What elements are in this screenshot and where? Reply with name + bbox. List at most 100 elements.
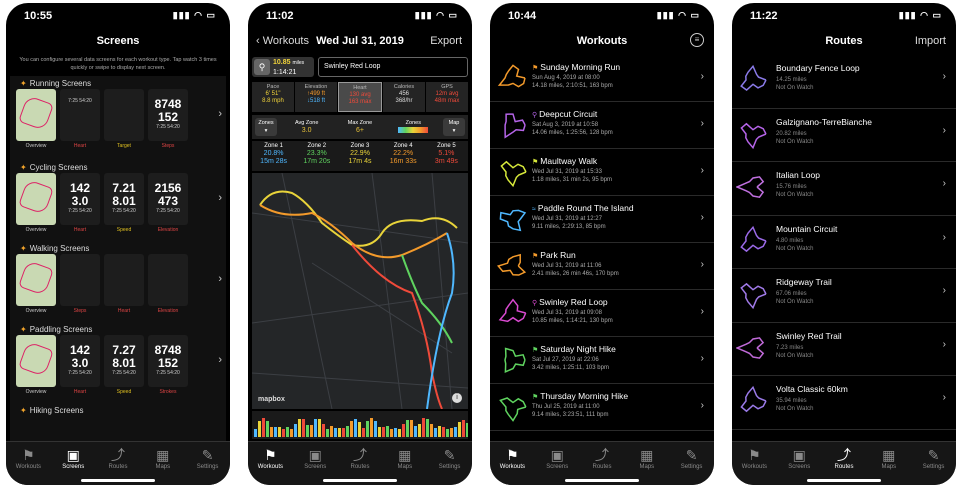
route-name-field[interactable]: Swinley Red Loop <box>318 57 468 77</box>
workout-date: Wed Jul 31, 2019 at 12:27 <box>532 216 602 222</box>
screens-section[interactable]: ✦ Paddling Screens 142 3.0 7:25 54:20 7.27 8.0… <box>10 322 226 406</box>
tab-settings[interactable]: ✎ Settings <box>911 442 956 485</box>
preview-time: 7:25 54:20 <box>112 370 136 376</box>
watch-screen-preview[interactable] <box>104 254 144 306</box>
route-subtitle: 35.94 miles Not On Watch <box>776 397 813 413</box>
screens-section[interactable]: ✦ Running Screens 7:25 54:20 8748 152 7:25 54… <box>10 76 226 160</box>
heart-rate-bar <box>298 419 301 437</box>
info-icon[interactable]: i <box>452 393 462 403</box>
watch-screen-preview[interactable] <box>16 89 56 141</box>
route-row[interactable]: Ridgeway Trail 67.06 miles Not On Watch › <box>732 269 956 323</box>
watch-screen-preview[interactable]: 142 3.0 7:25 54:20 <box>60 173 100 225</box>
preview-value: 8.01 <box>112 194 136 208</box>
stat-elevation[interactable]: Elevation ↑499 ft ↓518 ft <box>295 82 337 112</box>
route-row[interactable]: Italian Loop 15.76 miles Not On Watch › <box>732 162 956 216</box>
stat-pace[interactable]: Pace 6' 51" 8.8 mph <box>252 82 294 112</box>
filter-icon[interactable]: ≡ <box>690 33 704 47</box>
map-button[interactable]: Map ▾ <box>442 118 465 136</box>
tab-settings[interactable]: ✎ Settings <box>427 442 472 485</box>
import-button[interactable]: Import <box>915 35 946 47</box>
workout-row[interactable]: ⚑ Saturday Night Hike Sat Jul 27, 2019 at … <box>490 337 714 384</box>
route-watch-status: Not On Watch <box>776 192 814 198</box>
workout-row[interactable]: ⚑ Thursday Morning Hike Thu Jul 25, 2019 a… <box>490 384 714 431</box>
watch-screen-preview[interactable]: 8748 152 7:25 54:20 <box>148 89 188 141</box>
signal-wifi-battery-icon: ▮▮▮ ◠ ▭ <box>656 10 700 20</box>
heart-rate-bar <box>326 429 329 437</box>
workout-row[interactable]: ⚑ Park Run Wed Jul 31, 2019 at 11:06 2.41 m… <box>490 243 714 290</box>
watch-screen-preview[interactable]: 2156 473 7:25 54:20 <box>148 173 188 225</box>
screens-section[interactable]: ✦ Walking Screens Overview Steps Heart Elevat… <box>10 241 226 325</box>
workout-date: Sat Jul 27, 2019 at 22:06 <box>532 357 599 363</box>
zone-percent: 20.8% <box>263 150 284 157</box>
section-title: ✦ Cycling Screens <box>20 163 88 172</box>
watch-screen-preview[interactable]: 7:25 54:20 <box>60 89 100 141</box>
workouts-list: ⚑ Sunday Morning Run Sun Aug 4, 2019 at 08… <box>490 55 714 441</box>
route-title: Italian Loop <box>776 170 820 180</box>
zone-column: Zone 5 5.1% 3m 49s <box>425 141 468 171</box>
workout-row[interactable]: ⚲ Deepcut Circuit Sat Aug 3, 2019 at 10:58… <box>490 102 714 149</box>
workout-row[interactable]: ⚑ Maultway Walk Wed Jul 31, 2019 at 15:33 1… <box>490 149 714 196</box>
workout-subtitle: Thu Jul 25, 2019 at 11:00 9.14 miles, 3:2… <box>532 403 609 419</box>
zone-color-bars-icon <box>398 126 429 133</box>
tab-workouts[interactable]: ⚑ Workouts <box>248 442 293 485</box>
watch-screen-preview[interactable]: 7.27 8.01 7:25 54:20 <box>104 335 144 387</box>
workout-subtitle: Wed Jul 31, 2019 at 12:27 9.11 miles, 2:2… <box>532 215 606 231</box>
workout-route-thumbnail <box>499 397 527 422</box>
workout-row[interactable]: ≈ Paddle Round The Island Wed Jul 31, 2019… <box>490 196 714 243</box>
route-thumbnail-path <box>736 176 765 199</box>
screen-labels: Overview Steps Heart Elevation <box>16 308 188 314</box>
workout-row[interactable]: ⚲ Swinley Red Loop Wed Jul 31, 2019 at 09:… <box>490 290 714 337</box>
map-road <box>431 173 453 409</box>
stat-gps[interactable]: GPS 12m avg 48m max <box>426 82 468 112</box>
heart-rate-bar <box>442 427 445 437</box>
heart-rate-bar <box>370 418 373 437</box>
route-watch-status: Not On Watch <box>776 352 814 359</box>
workout-title-text: Swinley Red Loop <box>539 297 608 307</box>
watch-screen-preview[interactable] <box>16 173 56 225</box>
watch-screen-preview[interactable] <box>16 254 56 306</box>
export-button[interactable]: Export <box>430 35 462 47</box>
screen-label: Overview <box>25 389 47 395</box>
stat-label: Calories <box>393 84 415 90</box>
stat-heart[interactable]: Heart 130 avg 163 max <box>338 82 382 112</box>
heart-rate-bar <box>458 422 461 437</box>
tab-label: Settings <box>196 464 219 470</box>
heart-rate-bar <box>310 425 313 437</box>
stat-calories[interactable]: Calories 456 368/hr <box>383 82 425 112</box>
watch-screen-preview[interactable] <box>16 335 56 387</box>
chevron-right-icon: › <box>218 273 222 285</box>
route-distance: 14.25 miles <box>776 77 807 83</box>
watch-screen-preview[interactable]: 7.21 8.01 7:25 54:20 <box>104 173 144 225</box>
heart-rate-bar <box>362 428 365 437</box>
home-indicator <box>81 479 155 482</box>
tab-workouts[interactable]: ⚑ Workouts <box>6 442 51 485</box>
page-title: Workouts <box>576 35 628 47</box>
zones-button[interactable]: Zones ▾ <box>255 118 277 136</box>
route-row[interactable]: Volta Classic 60km 35.94 miles Not On Watc… <box>732 376 956 430</box>
tab-workouts[interactable]: ⚑ Workouts <box>490 442 535 485</box>
tab-label: Maps <box>881 464 897 470</box>
watch-screen-preview[interactable]: 142 3.0 7:25 54:20 <box>60 335 100 387</box>
screens-section[interactable]: ✦ Cycling Screens 142 3.0 7:25 54:20 7.21 8.01… <box>10 160 226 244</box>
chevron-right-icon: › <box>942 285 946 296</box>
routes-icon: ⤴ <box>110 447 125 463</box>
route-row[interactable]: Galzignano-TerreBianche 20.82 miles Not On… <box>732 109 956 162</box>
workout-map[interactable]: mapbox i <box>252 173 468 409</box>
workout-title-text: Sunday Morning Run <box>540 62 621 72</box>
workout-subtitle: Sat Aug 3, 2019 at 10:58 14.06 miles, 1:2… <box>532 121 613 137</box>
watch-screen-preview[interactable] <box>104 89 144 141</box>
heart-rate-bar <box>418 424 421 437</box>
zones-button-label: Zones <box>258 120 274 126</box>
watch-screen-preview[interactable]: 8748 152 7:25 54:20 <box>148 335 188 387</box>
route-row[interactable]: Swinley Red Trail 7.23 miles Not On Watch › <box>732 323 956 376</box>
tab-settings[interactable]: ✎ Settings <box>185 442 230 485</box>
tab-workouts[interactable]: ⚑ Workouts <box>732 442 777 485</box>
activity-icon: ✦ <box>20 244 27 253</box>
route-row[interactable]: Mountain Circuit 4.80 miles Not On Watch › <box>732 216 956 269</box>
workout-row[interactable]: ⚑ Sunday Morning Run Sun Aug 4, 2019 at 08… <box>490 55 714 102</box>
watch-screen-preview[interactable] <box>148 254 188 306</box>
route-row[interactable]: Boundary Fence Loop 14.25 miles Not On Wat… <box>732 55 956 109</box>
watch-screen-preview[interactable] <box>60 254 100 306</box>
tab-settings[interactable]: ✎ Settings <box>669 442 714 485</box>
workout-summary: 3.42 miles, 1:25:11, 103 bpm <box>532 365 609 371</box>
